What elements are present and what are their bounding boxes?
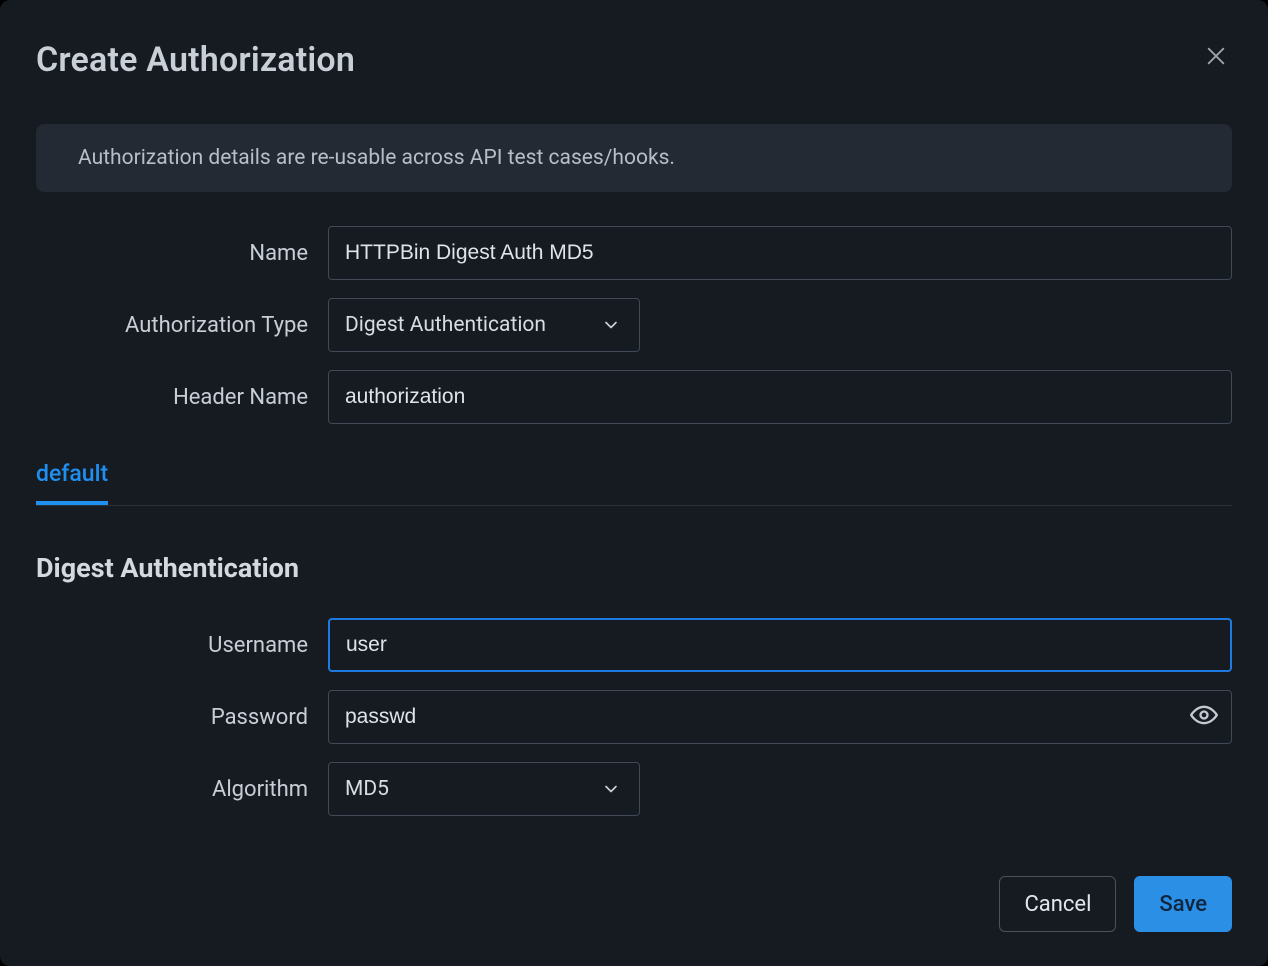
chevron-down-icon <box>601 315 621 335</box>
algorithm-value: MD5 <box>345 777 389 801</box>
name-input[interactable] <box>328 226 1232 280</box>
algorithm-select[interactable]: MD5 <box>328 762 640 816</box>
row-algorithm: Algorithm MD5 <box>36 762 1232 816</box>
chevron-down-icon <box>601 779 621 799</box>
section-title: Digest Authentication <box>36 552 1232 584</box>
toggle-password-visibility[interactable] <box>1190 703 1218 731</box>
name-label: Name <box>36 241 328 266</box>
header-name-input[interactable] <box>328 370 1232 424</box>
row-password: Password <box>36 690 1232 744</box>
eye-icon <box>1190 701 1218 733</box>
row-username: Username <box>36 618 1232 672</box>
create-authorization-dialog: Create Authorization Authorization detai… <box>0 0 1268 966</box>
auth-type-select[interactable]: Digest Authentication <box>328 298 640 352</box>
close-icon <box>1205 45 1227 71</box>
algorithm-label: Algorithm <box>36 777 328 802</box>
row-auth-type: Authorization Type Digest Authentication <box>36 298 1232 352</box>
dialog-footer: Cancel Save <box>999 876 1232 932</box>
row-header-name: Header Name <box>36 370 1232 424</box>
header-name-label: Header Name <box>36 385 328 410</box>
info-banner: Authorization details are re-usable acro… <box>36 124 1232 192</box>
cancel-label: Cancel <box>1024 892 1091 917</box>
password-input[interactable] <box>328 690 1232 744</box>
save-button[interactable]: Save <box>1134 876 1232 932</box>
tabs: default <box>36 460 1232 506</box>
username-label: Username <box>36 633 328 658</box>
dialog-title: Create Authorization <box>36 40 355 80</box>
password-label: Password <box>36 705 328 730</box>
dialog-header: Create Authorization <box>36 40 1232 80</box>
close-button[interactable] <box>1204 46 1228 70</box>
save-label: Save <box>1159 892 1207 917</box>
auth-type-label: Authorization Type <box>36 313 328 338</box>
tab-default[interactable]: default <box>36 460 108 505</box>
username-input[interactable] <box>328 618 1232 672</box>
row-name: Name <box>36 226 1232 280</box>
cancel-button[interactable]: Cancel <box>999 876 1116 932</box>
auth-type-value: Digest Authentication <box>345 313 546 337</box>
